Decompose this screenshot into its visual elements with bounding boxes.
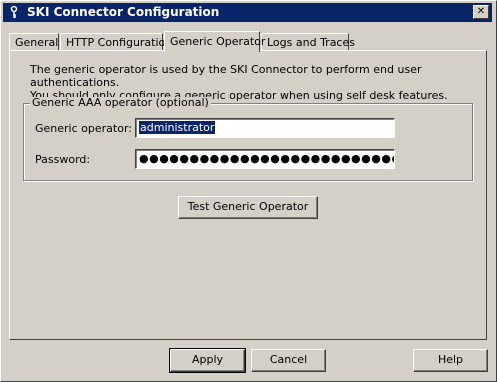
tab-http-configuration[interactable]: HTTP Configuration (60, 33, 172, 51)
aaa-operator-group (23, 103, 473, 181)
cancel-button[interactable]: Cancel (251, 349, 326, 372)
password-value: ●●●●●●●●●●●●●●●●●●●●●●●●●●●●●●● (139, 152, 394, 165)
password-label: Password: (35, 153, 91, 166)
tab-general[interactable]: General (9, 33, 59, 51)
password-input[interactable]: ●●●●●●●●●●●●●●●●●●●●●●●●●●●●●●● (135, 149, 395, 169)
close-button[interactable]: ✕ (473, 5, 489, 19)
close-icon: ✕ (476, 6, 486, 17)
tab-generic-operator[interactable]: Generic Operator (164, 31, 265, 52)
generic-operator-input[interactable]: administrator (135, 118, 395, 138)
apply-button[interactable]: Apply (169, 348, 246, 373)
title-bar[interactable]: SKI Connector Configuration ✕ (3, 3, 492, 22)
generic-operator-value: administrator (139, 121, 216, 134)
key-icon (10, 5, 18, 18)
intro-line-1: The generic operator is used by the SKI … (30, 63, 422, 89)
test-generic-operator-button[interactable]: Test Generic Operator (178, 196, 318, 219)
help-button[interactable]: Help (413, 349, 488, 372)
window-title: SKI Connector Configuration (27, 5, 220, 19)
group-legend: Generic AAA operator (optional) (30, 96, 211, 109)
tab-logs-and-traces[interactable]: Logs and Traces (261, 33, 355, 51)
generic-operator-label: Generic operator: (35, 122, 132, 135)
